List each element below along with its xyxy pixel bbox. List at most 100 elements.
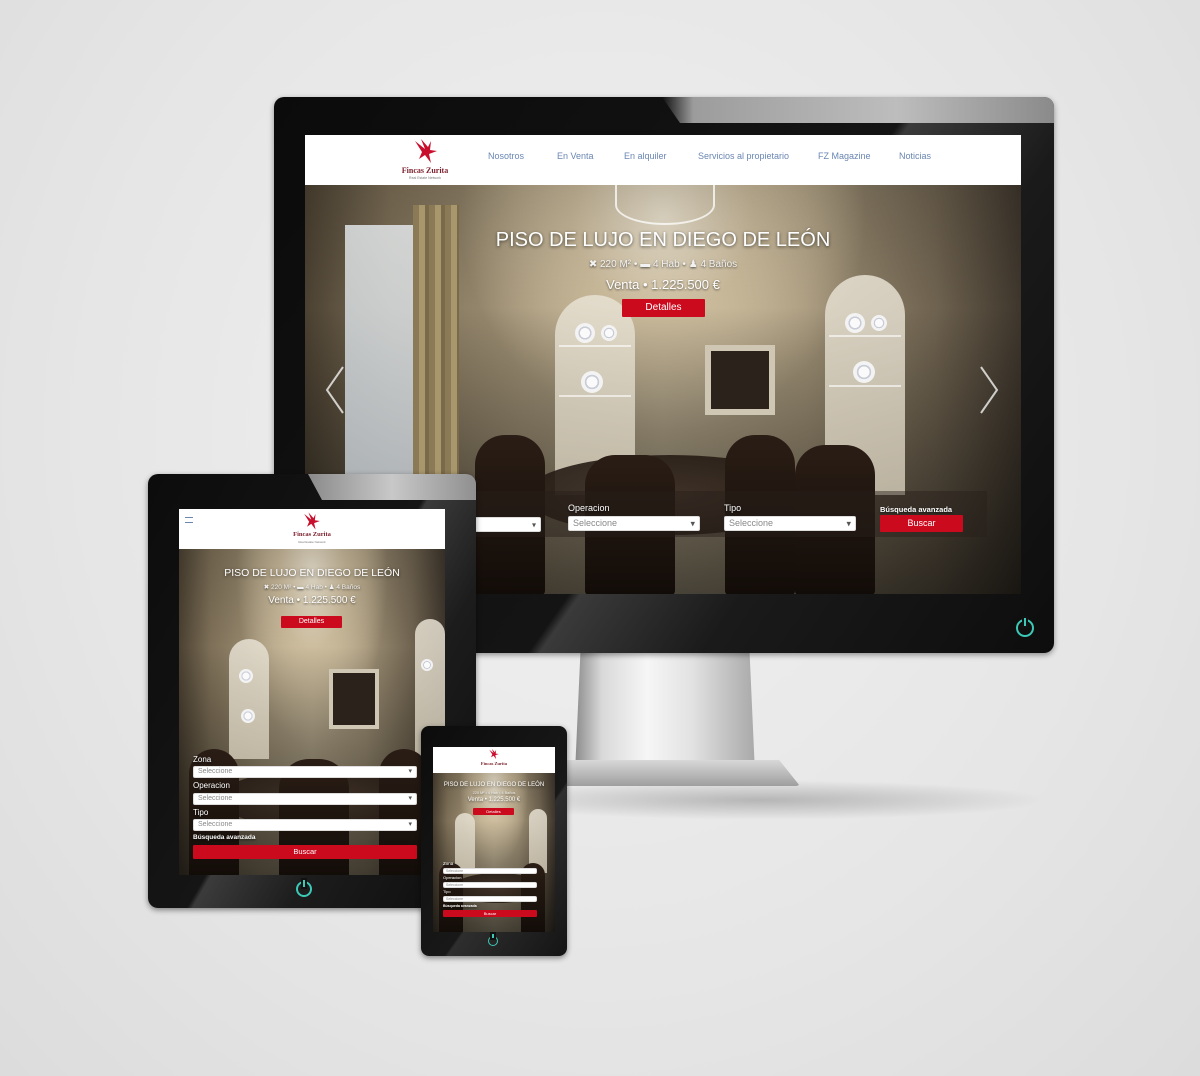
phone-zona-select[interactable]: Seleccione [443,868,537,874]
nav-link-en-alquiler[interactable]: En alquiler [624,151,667,161]
tablet-tipo-label: Tipo [193,808,209,817]
chevron-down-icon: ▾ [408,768,412,775]
phone-operacion-select-value: Seleccione [446,883,464,887]
tablet-operacion-select-value: Seleccione [198,795,233,802]
tablet-hero-photo: PISO DE LUJO EN DIEGO DE LEÓN ✖ 220 M² •… [179,549,445,875]
desktop-logo-tagline: Real Estate Network [409,176,441,180]
chevron-down-icon: ▾ [408,821,412,828]
shelf [829,335,901,337]
tablet-navbar: Fincas Zurita Real Estate Network [179,509,445,549]
bed-icon: ▬ [640,259,651,270]
phone-hero-price: 1.225.500 € [488,797,521,803]
monitor-bezel-gloss [662,97,1054,123]
hero-specs: ✖ 220 M² • ▬ 4 Hab • ♟ 4 Baños [588,259,738,270]
chevron-down-icon: ▾ [531,520,536,529]
nav-link-fz-magazine[interactable]: FZ Magazine [818,151,871,161]
eagle-logo-icon [489,748,499,760]
phone-operacion-select[interactable]: Seleccione [443,882,537,888]
desktop-logo-name: Fincas Zurita [401,166,449,175]
tablet-search-button[interactable]: Buscar [193,845,417,859]
tablet-tipo-select-value: Seleccione [198,821,233,828]
tablet-hero-price-line: Venta • 1.225.500 € [268,595,356,606]
hamburger-icon[interactable] [185,517,193,523]
niche-left [229,639,269,759]
eagle-logo-icon [304,512,320,530]
tablet-hero-title: PISO DE LUJO EN DIEGO DE LEÓN [224,567,400,579]
phone-hero-operation: Venta [467,797,484,803]
zona-select[interactable]: ▾ [465,517,541,532]
hero-operation: Venta [606,277,640,292]
power-icon[interactable] [1016,619,1034,637]
phone-zona-label: Zona [443,861,454,866]
tablet-zona-select[interactable]: Seleccione ▾ [193,766,417,778]
tipo-select[interactable]: Seleccione ▾ [724,516,856,531]
eagle-logo-icon [415,139,437,163]
monitor-stand-neck [575,653,755,773]
bath-icon: ♟ [328,584,335,591]
chevron-right-icon [980,366,999,414]
tablet-operacion-label: Operacion [193,781,230,790]
search-button[interactable]: Buscar [880,515,963,532]
chandelier [615,185,715,225]
tablet-advanced-search-link[interactable]: Búsqueda avanzada [193,834,256,841]
niche [455,813,475,873]
phone-tipo-select[interactable]: Seleccione [443,896,537,902]
plate [575,323,595,343]
hero-title: PISO DE LUJO EN DIEGO DE LEÓN [495,229,831,251]
shelf [829,385,901,387]
plate [239,669,253,683]
next-slide-button[interactable] [977,365,1001,415]
plate [601,325,617,341]
advanced-search-link[interactable]: Búsqueda avanzada [880,505,952,514]
chevron-down-icon: ▾ [408,795,412,802]
phone-hero-area: 220 M² [472,791,485,795]
tipo-label: Tipo [724,503,742,513]
tablet-hero-baths: 4 Baños [336,584,361,591]
tablet-tipo-select[interactable]: Seleccione ▾ [193,819,417,831]
phone-screen: Fincas Zurita PISO DE LUJO EN DIEGO DE L… [433,747,555,932]
hero-price: 1.225.500 € [651,277,720,292]
tablet-logo-tagline: Real Estate Network [298,540,326,544]
tablet-operacion-select[interactable]: Seleccione ▾ [193,793,417,805]
phone-hero-price-line: Venta • 1.225.500 € [467,797,521,803]
nav-link-en-venta[interactable]: En Venta [557,151,594,161]
shelf [559,345,631,347]
phone-operacion-label: Operacion [443,875,462,880]
shelf [559,395,631,397]
power-icon[interactable] [296,881,312,897]
operacion-select[interactable]: Seleccione ▾ [568,516,700,531]
tablet-zona-label: Zona [193,755,212,764]
chevron-down-icon: ▾ [846,518,851,528]
tablet-hero-specs: ✖ 220 M² • ▬ 4 Hab • ♟ 4 Baños [263,584,361,591]
tablet-hero-rooms: 4 Hab [305,584,323,591]
tablet-bezel-gloss [308,474,476,500]
prev-slide-button[interactable] [323,365,347,415]
chevron-left-icon [325,366,344,414]
phone-logo-name: Fincas Zurita [480,761,508,766]
hero-rooms: 4 Hab [652,259,680,270]
phone-details-button[interactable]: Detalles [473,808,514,815]
desktop-logo[interactable]: Fincas Zurita Real Estate Network [393,137,457,183]
phone-hero-rooms: 4 Hab [487,791,499,795]
tablet-details-button[interactable]: Detalles [281,616,342,628]
mirror [705,345,775,415]
phone-zona-select-value: Seleccione [446,869,464,873]
nav-link-noticias[interactable]: Noticias [899,151,931,161]
tipo-select-value: Seleccione [729,518,774,528]
nav-link-nosotros[interactable]: Nosotros [488,151,524,161]
tablet-logo-name: Fincas Zurita [293,531,331,538]
plate [845,313,865,333]
phone-tipo-select-value: Seleccione [446,897,464,901]
plate [241,709,255,723]
phone-advanced-search-link[interactable]: Búsqueda avanzada [443,904,477,908]
phone-navbar: Fincas Zurita [433,747,555,773]
area-icon: ✖ [588,259,598,270]
bath-icon: ♟ [688,259,698,270]
tablet-hero-operation: Venta [268,595,294,606]
details-button[interactable]: Detalles [622,299,705,317]
power-icon[interactable] [488,936,498,946]
nav-link-servicios[interactable]: Servicios al propietario [698,151,789,161]
plate [581,371,603,393]
phone-search-button[interactable]: Buscar [443,910,537,917]
hero-price-line: Venta • 1.225.500 € [606,277,720,292]
